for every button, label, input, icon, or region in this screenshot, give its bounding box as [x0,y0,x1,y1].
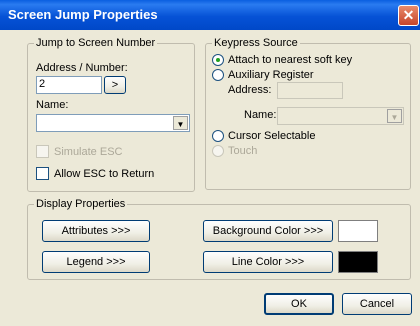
line-color-button[interactable]: Line Color >>> [203,251,333,273]
title-bar[interactable]: Screen Jump Properties ✕ [0,0,420,30]
simulate-esc-label: Simulate ESC [54,146,123,158]
display-group-label: Display Properties [34,198,128,210]
address-number-label: Address / Number: [36,62,128,74]
screen-jump-properties-dialog: Screen Jump Properties ✕ Jump to Screen … [0,0,420,326]
attach-soft-key-label: Attach to nearest soft key [228,54,353,66]
chevron-down-icon: ▼ [387,109,402,123]
cursor-selectable-label: Cursor Selectable [228,130,316,142]
name-select[interactable]: ▼ [36,114,190,132]
background-color-button[interactable]: Background Color >>> [203,220,333,242]
auxiliary-register-radio[interactable] [212,69,224,81]
touch-label: Touch [228,145,258,157]
aux-name-label: Name: [244,109,277,121]
attach-soft-key-radio[interactable] [212,54,224,66]
keypress-group-label: Keypress Source [212,37,300,49]
chevron-down-icon[interactable]: ▼ [173,116,188,130]
cursor-selectable-radio[interactable] [212,130,224,142]
legend-button[interactable]: Legend >>> [42,251,150,273]
auxiliary-register-label: Auxiliary Register [228,69,314,81]
attributes-button[interactable]: Attributes >>> [42,220,150,242]
aux-address-label: Address: [228,84,272,96]
line-color-swatch[interactable] [338,251,378,273]
aux-name-select: ▼ [277,107,404,125]
aux-address-field [277,82,343,99]
allow-esc-checkbox[interactable] [36,167,49,180]
jump-group-label: Jump to Screen Number [34,37,158,49]
simulate-esc-checkbox [36,145,49,158]
ok-button[interactable]: OK [264,293,334,315]
cancel-button[interactable]: Cancel [342,293,412,315]
name-label: Name: [36,99,69,111]
address-number-field[interactable]: 2 [36,76,102,94]
dialog-title: Screen Jump Properties [8,7,158,22]
background-color-swatch[interactable] [338,220,378,242]
close-icon[interactable]: ✕ [398,5,419,26]
allow-esc-label: Allow ESC to Return [54,168,155,180]
touch-radio [212,145,224,157]
address-browse-button[interactable]: > [104,76,126,94]
